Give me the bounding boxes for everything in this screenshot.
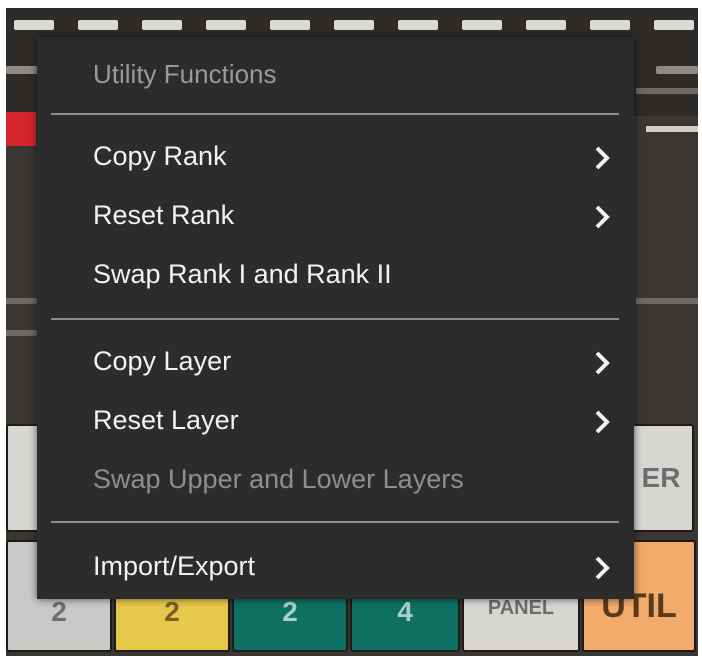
chevron-right-icon — [595, 410, 610, 434]
panel-button-label: 2 — [282, 596, 298, 627]
panel-button — [6, 424, 40, 532]
fader-cap — [334, 20, 374, 30]
panel-button-er: ER — [628, 424, 694, 532]
fader-cap — [206, 20, 246, 30]
fader-cap — [656, 66, 698, 74]
menu-item-label: Copy Layer — [93, 346, 232, 376]
menu-item-label: Swap Rank I and Rank II — [93, 259, 392, 289]
menu-item-reset-layer[interactable]: Reset Layer — [37, 395, 634, 451]
menu-item-swap-layers: Swap Upper and Lower Layers — [37, 454, 634, 510]
chevron-right-icon — [595, 351, 610, 375]
fader-cap — [398, 20, 438, 30]
panel-button-label: 2 — [51, 596, 67, 627]
red-indicator-led — [6, 112, 36, 146]
menu-item-reset-rank[interactable]: Reset Rank — [37, 190, 634, 246]
panel-button-label: ER — [641, 462, 681, 493]
fader-cap — [654, 20, 694, 30]
fader-cap — [590, 20, 630, 30]
menu-item-label: Reset Layer — [93, 405, 239, 435]
fader-cap — [142, 20, 182, 30]
fader-cap — [270, 20, 310, 30]
panel-button-label: 4 — [397, 596, 413, 627]
menu-item-copy-layer[interactable]: Copy Layer — [37, 336, 634, 392]
panel-button-label: 2 — [164, 596, 180, 627]
menu-item-label: Swap Upper and Lower Layers — [93, 464, 464, 494]
menu-separator — [51, 113, 619, 115]
menu-item-copy-rank[interactable]: Copy Rank — [37, 131, 634, 187]
menu-item-label: Reset Rank — [93, 200, 235, 230]
chevron-right-icon — [595, 205, 610, 229]
fader-cap — [78, 20, 118, 30]
fader-cap — [14, 20, 54, 30]
menu-separator — [51, 521, 619, 523]
chevron-right-icon — [595, 146, 610, 170]
menu-item-label: Import/Export — [93, 551, 256, 581]
menu-header: Utility Functions — [93, 59, 277, 89]
menu-item-swap-rank[interactable]: Swap Rank I and Rank II — [37, 249, 634, 305]
menu-separator — [51, 318, 619, 320]
panel-divider — [636, 88, 698, 94]
slider-track — [646, 126, 698, 132]
panel-button-label: PANEL — [487, 597, 555, 619]
chevron-right-icon — [595, 556, 610, 580]
menu-item-import-export[interactable]: Import/Export — [37, 541, 634, 597]
fader-cap — [526, 20, 566, 30]
panel-divider — [636, 298, 698, 304]
fader-cap — [462, 20, 502, 30]
utility-functions-menu: Utility Functions Copy Rank Reset Rank S… — [37, 37, 634, 599]
menu-item-label: Copy Rank — [93, 141, 227, 171]
